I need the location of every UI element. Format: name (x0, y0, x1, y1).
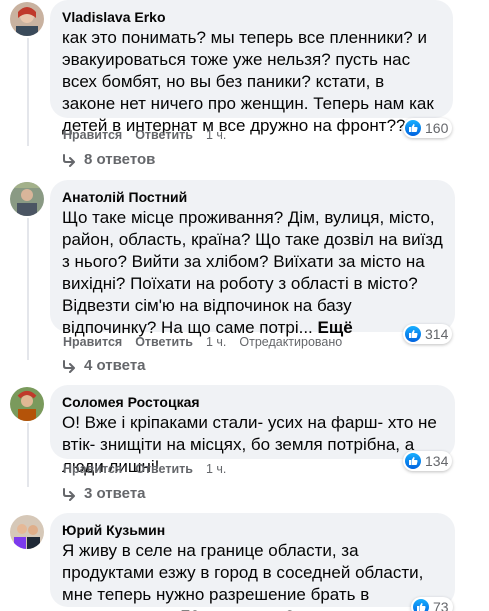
reaction-number: 160 (425, 120, 449, 136)
like-button[interactable]: Нравится (63, 128, 122, 142)
comment-time[interactable]: 1 ч. (206, 128, 226, 142)
comment-actions: Нравится Ответить 1 ч. (63, 128, 239, 142)
like-thumb-icon (413, 599, 429, 611)
reaction-number: 314 (425, 326, 449, 342)
reply-button[interactable]: Ответить (135, 335, 193, 349)
like-thumb-icon (405, 326, 421, 342)
view-replies-button[interactable]: 3 ответа (62, 485, 146, 502)
comment-text: как это понимать? мы теперь все пленники… (62, 28, 434, 135)
reply-arrow-icon (63, 153, 75, 167)
avatar[interactable] (10, 2, 44, 36)
reaction-count[interactable]: 314 (403, 324, 453, 344)
like-button[interactable]: Нравится (63, 462, 122, 476)
like-thumb-icon (405, 453, 421, 469)
reply-button[interactable]: Ответить (135, 128, 193, 142)
thread-line (27, 218, 29, 360)
reply-button[interactable]: Ответить (135, 462, 193, 476)
thread-line (27, 38, 29, 146)
replies-label: 8 ответов (84, 151, 156, 168)
comment-bubble: Vladislava Erko как это понимать? мы теп… (50, 0, 453, 135)
comment-time[interactable]: 1 ч. (206, 335, 226, 349)
reaction-count[interactable]: 160 (403, 118, 453, 138)
reaction-number: 134 (425, 453, 449, 469)
thread-line (27, 423, 29, 487)
comment-author[interactable]: Анатолій Постний (62, 188, 443, 206)
comment-text: Я живу в селе на границе области, за про… (62, 541, 424, 611)
comment-time[interactable]: 1 ч. (206, 462, 226, 476)
comment-author[interactable]: Юрий Кузьмин (62, 521, 443, 539)
comment-author[interactable]: Vladislava Erko (62, 8, 441, 26)
like-thumb-icon (405, 120, 421, 136)
avatar[interactable] (10, 182, 44, 216)
comment-text: Що таке місце проживання? Дім, вулиця, м… (62, 207, 443, 339)
comment-actions: Нравится Ответить 1 ч. Отредактировано (63, 335, 355, 349)
comment-bubble: Анатолій Постний Що таке місце проживанн… (50, 180, 455, 337)
comment-actions: Нравится Ответить 1 ч. (63, 462, 239, 476)
avatar[interactable] (10, 515, 44, 549)
view-replies-button[interactable]: 8 ответов (62, 151, 155, 168)
replies-label: 3 ответа (84, 485, 146, 502)
reaction-count[interactable]: 134 (403, 451, 453, 471)
like-button[interactable]: Нравится (63, 335, 122, 349)
edited-label: Отредактировано (239, 335, 343, 349)
replies-label: 4 ответа (84, 357, 146, 374)
comment-bubble: Соломея Ростоцкая О! Вже і кріпаками ста… (50, 385, 455, 476)
avatar[interactable] (10, 387, 44, 421)
reaction-number: 73 (433, 599, 449, 611)
reply-arrow-icon (63, 487, 75, 501)
view-replies-button[interactable]: 4 ответа (62, 357, 146, 374)
comment-author[interactable]: Соломея Ростоцкая (62, 393, 443, 411)
comment-text-body: Що таке місце проживання? Дім, вулиця, м… (62, 208, 443, 337)
comment-bubble: Юрий Кузьмин Я живу в селе на границе об… (50, 513, 455, 611)
reply-arrow-icon (63, 359, 75, 373)
reaction-count[interactable]: 73 (411, 597, 453, 611)
